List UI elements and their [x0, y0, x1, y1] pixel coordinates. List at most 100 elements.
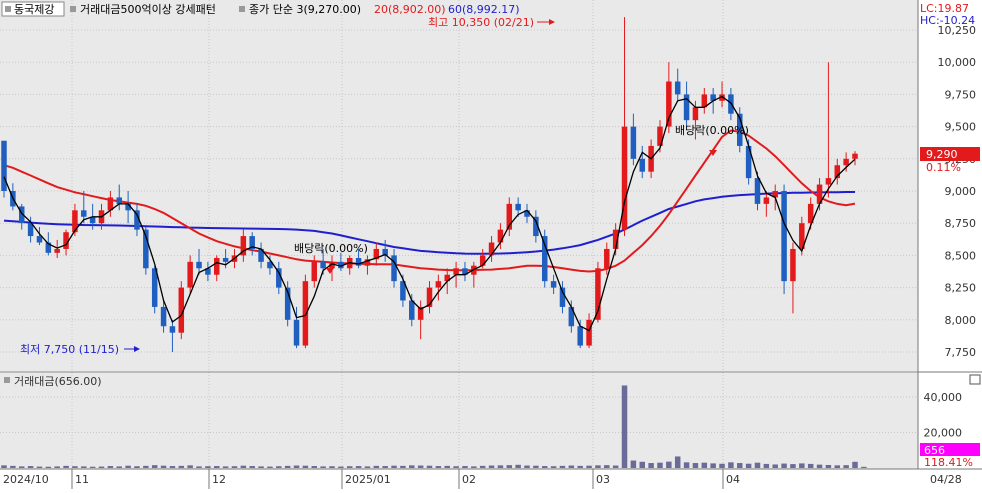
volume-bar — [639, 461, 645, 468]
volume-bar — [187, 465, 193, 468]
candle-body — [302, 281, 309, 346]
volume-bar — [249, 466, 255, 468]
stock-name-marker — [5, 6, 11, 12]
candle-body — [36, 236, 43, 243]
volume-bar — [701, 462, 708, 468]
volume-legend-marker — [4, 377, 10, 383]
volume-bar — [1, 465, 7, 468]
hc-label: HC:-10.24 — [920, 14, 975, 27]
stock-name: 동국제강 — [14, 3, 54, 16]
volume-bar — [214, 466, 220, 468]
volume-panel-button[interactable] — [969, 374, 981, 385]
volume-bar — [710, 463, 716, 468]
volume-legend: 거래대금(656.00) — [14, 375, 102, 388]
volume-bar — [657, 462, 663, 468]
volume-bar — [630, 460, 637, 468]
y-axis-tick-label: 9,500 — [945, 121, 977, 134]
volume-bar — [293, 465, 300, 468]
candle-body — [692, 107, 699, 121]
dividend-annotation: 배당락(0.00%) — [675, 124, 749, 137]
volume-bar — [205, 466, 211, 468]
volume-bar — [169, 466, 176, 468]
x-axis-tick-label: 04 — [726, 473, 740, 486]
volume-bar — [267, 466, 273, 468]
volume-bar — [807, 463, 814, 468]
volume-bar — [586, 465, 592, 468]
x-axis-tick-label: 11 — [75, 473, 89, 486]
volume-bar — [524, 465, 530, 468]
x-axis-tick-label: 12 — [212, 473, 226, 486]
volume-bar — [231, 466, 238, 468]
candle-body — [160, 306, 167, 327]
volume-bar — [45, 466, 52, 468]
volume-bar — [719, 463, 725, 468]
candle-body — [54, 248, 60, 253]
candle-body — [1, 140, 7, 191]
volume-bar — [435, 466, 442, 468]
volume-bar — [10, 465, 16, 468]
volume-bar — [852, 461, 858, 468]
volume-bar — [861, 466, 867, 468]
volume-bar — [240, 465, 247, 468]
candle-body — [515, 203, 521, 211]
candle-body — [453, 268, 459, 275]
volume-bar — [258, 466, 264, 468]
candle-body — [781, 191, 787, 282]
volume-bar — [471, 466, 477, 468]
y-axis-tick-label: 10,000 — [938, 56, 977, 69]
chart-svg: 7,7508,0008,2508,5008,7509,0009,2509,500… — [0, 0, 982, 489]
volume-bar — [488, 465, 495, 468]
volume-bar — [763, 463, 770, 468]
y-axis-tick-label: 8,500 — [945, 249, 977, 262]
y-axis-tick-label: 9,000 — [945, 185, 977, 198]
volume-bar — [27, 466, 34, 468]
volume-bar — [497, 465, 504, 468]
condition-name[interactable]: 거래대금500억이상 강세패턴 — [80, 3, 216, 16]
volume-bar — [134, 466, 140, 468]
candle-body — [196, 261, 202, 269]
x-axis-tick-label: 2024/10 — [3, 473, 49, 486]
volume-bar — [36, 466, 43, 468]
volume-bar — [559, 465, 566, 468]
condition-marker — [70, 6, 76, 12]
candle-body — [577, 326, 583, 346]
volume-bar — [284, 465, 291, 468]
volume-bar — [400, 465, 406, 468]
y-axis-tick-label: 9,750 — [945, 88, 977, 101]
volume-bar — [160, 465, 167, 468]
volume-bar — [621, 385, 628, 468]
volume-bar — [373, 465, 380, 468]
volume-bar — [666, 461, 672, 468]
dividend-annotation: 배당락(0.00%) — [294, 242, 368, 255]
volume-bar — [772, 464, 778, 468]
ma3-legend: 종가 단순 3(9,270.00) — [249, 3, 361, 16]
price-tag-value: 9,290 — [926, 148, 958, 161]
volume-bar — [417, 465, 424, 468]
volume-bar — [107, 466, 114, 468]
volume-bar — [541, 466, 548, 468]
x-axis-tick-label: 04/28 — [930, 473, 962, 486]
volume-bar — [754, 462, 761, 468]
volume-bar — [63, 465, 69, 468]
volume-bar — [98, 466, 105, 468]
candle-body — [391, 255, 397, 282]
volume-bar — [54, 466, 60, 468]
volume-bar — [728, 462, 734, 468]
volume-bar — [178, 465, 185, 468]
volume-axis-tick-label: 20,000 — [924, 427, 963, 440]
volume-bar — [444, 465, 450, 468]
volume-bar — [355, 466, 362, 468]
volume-bar — [533, 465, 539, 468]
candle-body — [222, 257, 229, 262]
candle-body — [630, 126, 637, 159]
volume-axis-tick-label: 40,000 — [924, 391, 963, 404]
candle-body — [409, 300, 415, 320]
volume-bar — [89, 466, 96, 468]
candle-body — [852, 153, 858, 159]
volume-bar — [346, 466, 353, 468]
candle-body — [586, 319, 592, 346]
volume-bar — [648, 463, 654, 468]
candle-body — [81, 210, 87, 217]
volume-bar — [320, 466, 326, 468]
volume-bar — [116, 466, 122, 468]
